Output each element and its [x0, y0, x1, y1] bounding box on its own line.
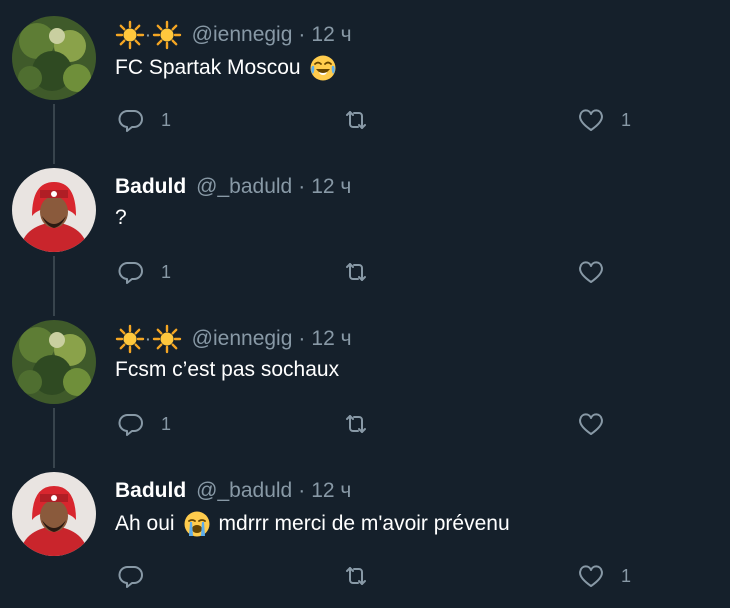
like-button[interactable]: 1: [577, 102, 631, 138]
reply-button[interactable]: 1: [117, 406, 171, 442]
tweet-actions: 1: [115, 254, 675, 290]
separator-dot: ·: [298, 23, 306, 46]
retweet-icon: [342, 258, 370, 286]
user-handle[interactable]: @_baduld: [196, 479, 292, 503]
tweet-text: Fcsm c’est pas sochaux: [115, 358, 339, 382]
timestamp[interactable]: 12 ч: [311, 23, 351, 47]
tweet-text-content: Fcsm c’est pas sochaux: [115, 358, 340, 381]
tweet-text-content: Ah oui: [115, 512, 175, 535]
sun-icon: [115, 324, 145, 354]
reply-count: 1: [161, 109, 172, 130]
reply-icon: [117, 258, 145, 286]
reply-button[interactable]: 1: [117, 102, 171, 138]
heart-icon: [577, 258, 605, 286]
sun-icon: [152, 324, 182, 354]
tweet[interactable]: Baduld @_baduld · 12 ч ? 1: [0, 152, 730, 304]
timestamp[interactable]: 12 ч: [311, 175, 351, 199]
heart-icon: [577, 410, 605, 438]
tweet-header: · @iennegig · 12 ч: [115, 324, 352, 354]
avatar[interactable]: [12, 168, 96, 252]
heart-icon: [577, 106, 605, 134]
retweet-icon: [342, 410, 370, 438]
sob-emoji: [183, 510, 211, 538]
like-count: 1: [621, 109, 632, 130]
like-button[interactable]: [577, 406, 621, 442]
tweet-actions: 1: [115, 558, 675, 594]
avatar[interactable]: [12, 320, 96, 404]
reply-icon: [117, 106, 145, 134]
avatar[interactable]: [12, 16, 96, 100]
retweet-icon: [342, 562, 370, 590]
tweet-text: ?: [115, 206, 127, 230]
avatar[interactable]: [12, 472, 96, 556]
tweet[interactable]: Baduld @_baduld · 12 ч Ah oui mdrrr merc…: [0, 456, 730, 608]
timestamp[interactable]: 12 ч: [311, 327, 351, 351]
tweet-text-content: FC Spartak Moscou: [115, 56, 301, 79]
reply-icon: [117, 562, 145, 590]
tweet[interactable]: · @iennegig · 12 ч FC Spartak Moscou 1 1: [0, 0, 730, 152]
separator-dot: ·: [298, 175, 306, 198]
reply-button[interactable]: 1: [117, 254, 171, 290]
like-count: 1: [621, 565, 632, 586]
like-button[interactable]: [577, 254, 621, 290]
tweet-text-content: ?: [115, 206, 127, 229]
sun-icon: [115, 20, 145, 50]
retweet-button[interactable]: [342, 254, 386, 290]
tweet-text-content: mdrrr merci de m'avoir prévenu: [218, 512, 510, 535]
tweet-actions: 1: [115, 406, 675, 442]
like-button[interactable]: 1: [577, 558, 631, 594]
reply-button[interactable]: [117, 558, 161, 594]
timestamp[interactable]: 12 ч: [311, 479, 351, 503]
user-handle[interactable]: @iennegig: [192, 23, 293, 47]
separator-dot: ·: [298, 327, 306, 350]
tweet-actions: 1 1: [115, 102, 675, 138]
tweet-text: FC Spartak Moscou: [115, 54, 341, 82]
reply-icon: [117, 410, 145, 438]
tweet-text: Ah oui mdrrr merci de m'avoir prévenu: [115, 510, 510, 538]
sun-icon: [152, 20, 182, 50]
reply-count: 1: [161, 413, 172, 434]
joy-emoji: [309, 54, 337, 82]
retweet-button[interactable]: [342, 558, 386, 594]
retweet-icon: [342, 106, 370, 134]
display-name[interactable]: ·: [115, 324, 182, 354]
display-name[interactable]: Baduld: [115, 479, 186, 503]
retweet-button[interactable]: [342, 406, 386, 442]
display-name[interactable]: Baduld: [115, 175, 186, 199]
tweet[interactable]: · @iennegig · 12 ч Fcsm c’est pas sochau…: [0, 304, 730, 456]
tweet-header: Baduld @_baduld · 12 ч: [115, 172, 351, 202]
user-handle[interactable]: @_baduld: [196, 175, 292, 199]
heart-icon: [577, 562, 605, 590]
separator-dot: ·: [298, 479, 306, 502]
user-handle[interactable]: @iennegig: [192, 327, 293, 351]
retweet-button[interactable]: [342, 102, 386, 138]
tweet-header: · @iennegig · 12 ч: [115, 20, 352, 50]
tweet-header: Baduld @_baduld · 12 ч: [115, 476, 351, 506]
display-name[interactable]: ·: [115, 20, 182, 50]
reply-count: 1: [161, 261, 172, 282]
